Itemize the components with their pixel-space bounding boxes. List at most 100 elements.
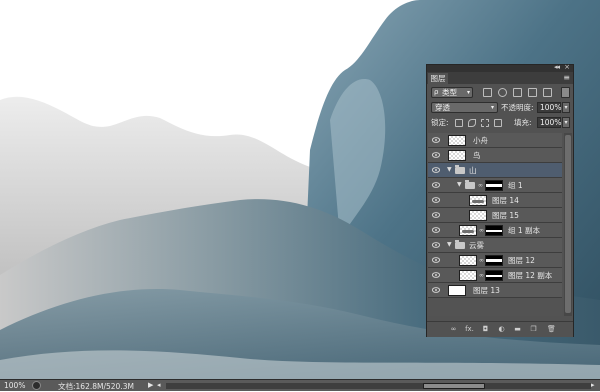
status-menu-arrow-icon[interactable]: ▶: [148, 381, 153, 389]
layer-filter-select[interactable]: ρ 类型 ▾: [431, 87, 473, 98]
opacity-input[interactable]: 100%: [537, 102, 561, 113]
layer-mask-thumbnail[interactable]: [485, 270, 503, 281]
layer-name[interactable]: 云雾: [469, 238, 484, 253]
layer-row[interactable]: ∞ 图层 12 副本: [428, 268, 562, 283]
adjustment-icon[interactable]: ◐: [497, 325, 506, 333]
fill-stepper[interactable]: ▾: [562, 117, 570, 128]
expand-triangle-icon[interactable]: ▼: [457, 180, 462, 190]
layer-row[interactable]: ∞ 图层 12: [428, 253, 562, 268]
horizontal-scrollbar-track[interactable]: [166, 383, 591, 389]
chevron-down-icon: ▾: [490, 104, 494, 111]
visibility-eye-icon[interactable]: [432, 197, 440, 203]
folder-icon: [465, 180, 475, 189]
visibility-eye-icon[interactable]: [432, 137, 440, 143]
layer-row[interactable]: 图层 13: [428, 283, 562, 298]
visibility-eye-icon[interactable]: [432, 182, 440, 188]
layers-scrollbar[interactable]: [564, 133, 572, 316]
layer-row[interactable]: 图层 15: [428, 208, 562, 223]
filter-pixel-icon[interactable]: [483, 88, 492, 97]
expand-triangle-icon[interactable]: ▼: [447, 165, 452, 175]
layer-group-row[interactable]: ▼ 山: [428, 163, 562, 178]
mask-link-icon[interactable]: ∞: [479, 272, 484, 279]
visibility-eye-icon[interactable]: [432, 287, 440, 293]
collapse-panel-icon[interactable]: ◂◂: [554, 63, 560, 71]
folder-icon[interactable]: ▬: [513, 325, 522, 333]
panel-tab-row: 图层 ≡: [427, 72, 573, 84]
lock-all-icon[interactable]: [494, 119, 502, 127]
blend-mode-select[interactable]: 穿透 ▾: [431, 102, 498, 113]
layer-thumbnail: [448, 135, 466, 146]
trash-icon[interactable]: 🗑: [547, 325, 556, 333]
layer-group-row[interactable]: ▼ 云雾: [428, 238, 562, 253]
layer-name[interactable]: 小舟: [473, 133, 488, 148]
layer-row[interactable]: 鸟: [428, 148, 562, 163]
tab-layers[interactable]: 图层: [428, 73, 448, 84]
lock-label: 锁定:: [431, 118, 449, 127]
status-options-icon[interactable]: [32, 381, 41, 390]
filter-type-icon[interactable]: [513, 88, 522, 97]
layer-group-row[interactable]: ▼ ∞ 组 1: [428, 178, 562, 193]
layer-mask-thumbnail[interactable]: [485, 255, 503, 266]
filter-smart-object-icon[interactable]: [543, 88, 552, 97]
layers-list[interactable]: 小舟 鸟 ▼ 山 ▼ ∞ 组 1 图层 14 图层 15 ∞ 组 1 副本 ▼ …: [428, 133, 562, 316]
layer-thumbnail: [448, 285, 466, 296]
layers-panel: ◂◂ × 图层 ≡ ρ 类型 ▾ 穿透 ▾ 不透明度: 100% ▾ 锁定: 填…: [426, 63, 574, 337]
layer-name[interactable]: 山: [469, 163, 477, 178]
opacity-label: 不透明度:: [501, 103, 534, 112]
layer-name[interactable]: 组 1: [508, 178, 523, 193]
folder-icon: [455, 165, 465, 174]
chevron-down-icon: ▾: [466, 89, 470, 96]
opacity-stepper[interactable]: ▾: [562, 102, 570, 113]
visibility-eye-icon[interactable]: [432, 242, 440, 248]
mask-icon[interactable]: ◘: [481, 325, 490, 333]
mask-link-icon[interactable]: ∞: [479, 257, 484, 264]
layer-mask-thumbnail[interactable]: [485, 180, 503, 191]
horizontal-scrollbar-thumb[interactable]: [423, 383, 485, 389]
fill-input[interactable]: 100%: [537, 117, 561, 128]
folder-icon: [455, 240, 465, 249]
layer-row[interactable]: 图层 14: [428, 193, 562, 208]
scroll-right-arrow-icon[interactable]: ▸: [591, 381, 595, 389]
layer-name[interactable]: 图层 12: [508, 253, 535, 268]
layer-name[interactable]: 图层 15: [492, 208, 519, 223]
filter-adjustment-icon[interactable]: [498, 88, 507, 97]
zoom-level[interactable]: 100%: [4, 381, 28, 390]
layers-bottom-toolbar: ∞ fx. ◘ ◐ ▬ ❐ 🗑: [427, 321, 573, 337]
layer-name[interactable]: 鸟: [473, 148, 481, 163]
visibility-eye-icon[interactable]: [432, 167, 440, 173]
panel-menu-icon[interactable]: ≡: [563, 73, 570, 83]
visibility-eye-icon[interactable]: [432, 152, 440, 158]
layer-name[interactable]: 组 1 副本: [508, 223, 540, 238]
layer-name[interactable]: 图层 12 副本: [508, 268, 552, 283]
expand-triangle-icon[interactable]: ▼: [447, 240, 452, 250]
layer-thumbnail: [469, 210, 487, 221]
panel-title-strip[interactable]: ◂◂ ×: [427, 63, 573, 72]
new-layer-icon[interactable]: ❐: [529, 325, 538, 333]
layer-thumbnail: [448, 150, 466, 161]
visibility-eye-icon[interactable]: [432, 227, 440, 233]
visibility-eye-icon[interactable]: [432, 257, 440, 263]
layer-name[interactable]: 图层 14: [492, 193, 519, 208]
filter-toggle-switch[interactable]: [561, 87, 570, 98]
layer-mask-thumbnail[interactable]: [485, 225, 503, 236]
lock-image-icon[interactable]: [468, 119, 476, 127]
scroll-left-arrow-icon[interactable]: ◂: [157, 381, 161, 389]
link-icon[interactable]: ∞: [449, 325, 458, 333]
close-panel-icon[interactable]: ×: [564, 63, 570, 71]
filter-shape-icon[interactable]: [528, 88, 537, 97]
layers-scrollbar-thumb[interactable]: [565, 135, 571, 313]
visibility-eye-icon[interactable]: [432, 272, 440, 278]
mask-link-icon[interactable]: ∞: [479, 227, 484, 234]
visibility-eye-icon[interactable]: [432, 212, 440, 218]
layer-thumbnail: [459, 225, 477, 236]
lock-position-icon[interactable]: [481, 119, 489, 127]
status-bar: 100% 文档:162.8M/520.3M ▶ ◂ ▸: [0, 379, 600, 391]
layer-name[interactable]: 图层 13: [473, 283, 500, 298]
layer-row[interactable]: ∞ 组 1 副本: [428, 223, 562, 238]
mask-link-icon[interactable]: ∞: [478, 182, 483, 189]
fx-icon[interactable]: fx.: [465, 325, 474, 333]
layer-thumbnail: [459, 270, 477, 281]
layer-row[interactable]: 小舟: [428, 133, 562, 148]
filter-type-label: 类型: [442, 88, 457, 97]
lock-transparency-icon[interactable]: [455, 119, 463, 127]
